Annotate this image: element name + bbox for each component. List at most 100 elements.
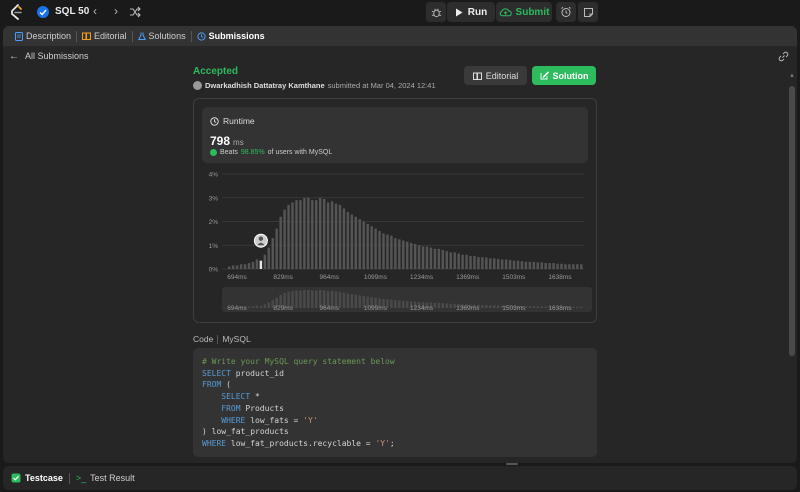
clock-icon bbox=[210, 116, 219, 126]
brush-bar bbox=[481, 305, 484, 308]
bar bbox=[504, 259, 508, 269]
tab-solutions[interactable]: Solutions bbox=[133, 31, 191, 41]
tab-label: Editorial bbox=[94, 31, 127, 41]
bar bbox=[334, 203, 338, 269]
brush-bar bbox=[445, 303, 449, 308]
brush-bar bbox=[449, 303, 452, 308]
panel-resize-handle[interactable] bbox=[506, 463, 518, 465]
bar bbox=[544, 263, 547, 269]
brush-bar bbox=[580, 306, 583, 308]
bar bbox=[279, 216, 282, 269]
bar bbox=[287, 204, 290, 269]
bar bbox=[235, 265, 239, 269]
tab-description[interactable]: Description bbox=[10, 31, 76, 41]
bar bbox=[461, 254, 464, 269]
bar bbox=[536, 262, 539, 269]
brush-tick-label: 1638ms bbox=[548, 305, 572, 312]
notes-button[interactable] bbox=[578, 2, 598, 22]
code-line: ) low_fat_products bbox=[202, 427, 289, 437]
bar bbox=[457, 253, 460, 269]
link-icon[interactable] bbox=[778, 51, 789, 62]
tab-testcase[interactable]: Testcase bbox=[11, 473, 63, 483]
brush-bar bbox=[338, 291, 342, 308]
avatar[interactable] bbox=[193, 81, 202, 90]
brush-tick-label: 694ms bbox=[227, 305, 247, 312]
brush-bar bbox=[295, 290, 298, 308]
tab-editorial[interactable]: Editorial bbox=[77, 31, 132, 41]
brush-bar bbox=[493, 305, 496, 308]
x-tick-label: 1234ms bbox=[410, 274, 434, 281]
scrollbar-thumb[interactable] bbox=[789, 86, 795, 356]
runtime-distribution-chart[interactable]: 0% 1% 2% 3% 4% 694ms 829ms 964ms 1099ms 1234ms 136… bbox=[194, 169, 596, 319]
tab-test-result[interactable]: >_ Test Result bbox=[76, 473, 135, 483]
bar bbox=[481, 257, 484, 269]
bar bbox=[429, 247, 433, 269]
submission-panel: Description Editorial Solutions Submissi… bbox=[3, 26, 797, 463]
bar bbox=[409, 242, 413, 269]
edit-icon bbox=[540, 71, 549, 80]
code-header: Code MySQL bbox=[193, 334, 251, 344]
run-button[interactable]: Run bbox=[447, 2, 495, 22]
brush-tick-label: 1099ms bbox=[364, 305, 388, 312]
bar bbox=[326, 202, 330, 269]
bar bbox=[512, 260, 516, 269]
bar bbox=[508, 259, 512, 269]
beats-prefix: Beats bbox=[220, 149, 238, 156]
runtime-summary[interactable]: Runtime 798 ms Beats 98.85% of users with… bbox=[202, 107, 588, 163]
brush-bar bbox=[433, 302, 437, 308]
timer-button[interactable] bbox=[556, 2, 576, 22]
debug-button[interactable] bbox=[426, 2, 446, 22]
bottom-bar: Testcase >_ Test Result bbox=[3, 466, 797, 490]
runtime-label: Runtime bbox=[223, 116, 255, 126]
bar bbox=[231, 265, 235, 269]
bar bbox=[315, 200, 318, 269]
tab-divider bbox=[68, 472, 70, 484]
book-icon bbox=[472, 72, 482, 80]
scroll-up-icon[interactable]: ▲ bbox=[789, 73, 795, 79]
brush-bar bbox=[398, 300, 401, 308]
code-line: WHERE low_fats = 'Y' bbox=[221, 415, 318, 425]
submission-meta: Dwarkadhish Dattatray Kamthane submitted… bbox=[193, 81, 436, 90]
history-icon bbox=[196, 31, 206, 41]
checkbox-icon bbox=[11, 473, 21, 483]
shuffle-icon[interactable] bbox=[128, 5, 142, 19]
all-submissions-link[interactable]: ← All Submissions bbox=[9, 51, 89, 61]
bug-icon bbox=[431, 8, 441, 17]
bar bbox=[322, 198, 326, 269]
username[interactable]: Dwarkadhish Dattatray Kamthane bbox=[205, 81, 325, 90]
code-language: MySQL bbox=[222, 334, 251, 344]
brush-bar bbox=[311, 290, 314, 308]
brush-bar bbox=[485, 305, 488, 308]
brush-bar bbox=[247, 306, 251, 308]
code-block[interactable]: # Write your MySQL query statement below… bbox=[193, 348, 597, 457]
brush-bar bbox=[496, 305, 500, 308]
y-tick-label: 2% bbox=[209, 219, 219, 226]
bar bbox=[520, 261, 524, 269]
brush-bar bbox=[544, 306, 547, 308]
x-tick-label: 964ms bbox=[320, 274, 340, 281]
bar bbox=[342, 208, 346, 269]
bar bbox=[390, 235, 393, 269]
submit-button[interactable]: Submit bbox=[496, 2, 552, 22]
bar bbox=[568, 264, 571, 269]
problem-list-icon[interactable] bbox=[36, 5, 50, 19]
brush-bar bbox=[406, 301, 409, 308]
prev-problem-icon[interactable]: ‹ bbox=[88, 4, 102, 18]
bar bbox=[413, 244, 417, 269]
bar bbox=[469, 255, 472, 269]
runtime-card: Runtime 798 ms Beats 98.85% of users with… bbox=[193, 98, 597, 323]
editorial-button[interactable]: Editorial bbox=[464, 66, 527, 85]
problem-list-title[interactable]: SQL 50 bbox=[55, 6, 89, 17]
brush-bar bbox=[255, 305, 259, 308]
solution-button[interactable]: Solution bbox=[532, 66, 596, 85]
bar bbox=[366, 223, 369, 269]
code-header-divider bbox=[217, 334, 219, 344]
code-line: WHERE low_fat_products.recyclable = 'Y'; bbox=[202, 438, 395, 448]
brush-bar bbox=[358, 295, 361, 308]
leetcode-logo-icon[interactable] bbox=[9, 4, 23, 20]
tab-submissions[interactable]: Submissions bbox=[192, 31, 270, 41]
bar bbox=[346, 212, 350, 269]
next-problem-icon[interactable]: › bbox=[109, 4, 123, 18]
brush-bar bbox=[303, 290, 306, 308]
bar bbox=[572, 264, 575, 269]
